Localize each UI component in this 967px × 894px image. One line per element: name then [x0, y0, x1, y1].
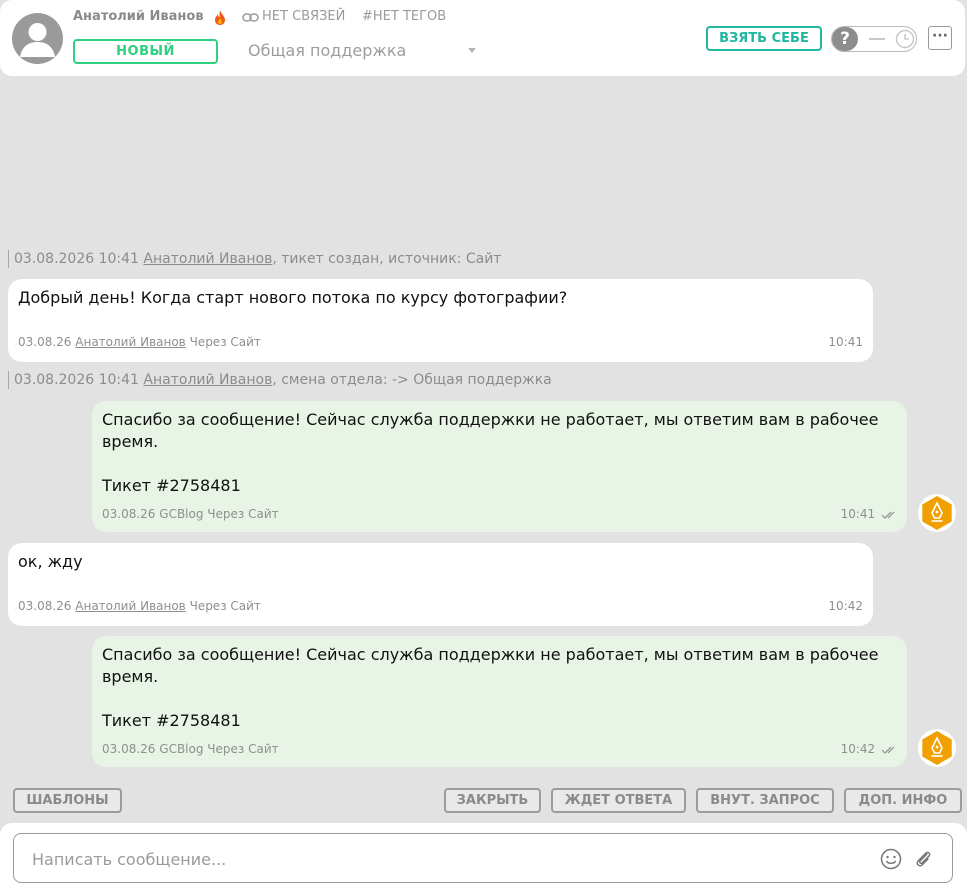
- message-date: 03.08.26: [18, 599, 72, 613]
- event-datetime: 03.08.2026 10:41: [14, 372, 139, 388]
- message-bubble-incoming: ок, жду 03.08.26 Анатолий Иванов Через С…: [8, 543, 873, 626]
- message-input[interactable]: [32, 847, 852, 871]
- message-time: 10:42: [841, 742, 897, 756]
- message-source: Через Сайт: [207, 507, 279, 521]
- double-check-icon: [881, 746, 895, 754]
- toggle-track: [869, 38, 885, 40]
- user-silhouette-icon: [20, 23, 55, 57]
- client-name[interactable]: Анатолий Иванов: [73, 9, 204, 24]
- message-author: GCBlog: [159, 742, 204, 756]
- message-source: Через Сайт: [189, 335, 261, 349]
- chevron-down-icon: [468, 48, 476, 53]
- event-text: , смена отдела: -> Общая поддержка: [272, 372, 552, 388]
- links-label[interactable]: НЕТ СВЯЗЕЙ: [262, 9, 345, 24]
- snooze-toggle[interactable]: ?: [831, 26, 917, 52]
- templates-button[interactable]: ШАБЛОНЫ: [13, 788, 122, 813]
- tags-label[interactable]: #НЕТ ТЕГОВ: [362, 9, 446, 24]
- message-time: 10:41: [828, 335, 863, 349]
- message-source: Через Сайт: [207, 742, 279, 756]
- message-meta: 03.08.26 GCBlog Через Сайт: [102, 507, 279, 521]
- status-badge[interactable]: НОВЫЙ: [73, 39, 218, 64]
- message-time: 10:41: [841, 507, 897, 521]
- more-info-button[interactable]: ДОП. ИНФО: [844, 788, 962, 813]
- event-author-link[interactable]: Анатолий Иванов: [143, 372, 272, 388]
- message-text: Спасибо за сообщение! Сейчас служба подд…: [102, 410, 879, 495]
- emoji-icon[interactable]: [880, 848, 902, 870]
- ticket-event: 03.08.2026 10:41 Анатолий Иванов, тикет …: [8, 250, 501, 268]
- message-date: 03.08.26: [102, 742, 156, 756]
- fire-icon: [215, 10, 225, 25]
- message-bubble-outgoing: Спасибо за сообщение! Сейчас служба подд…: [92, 401, 907, 532]
- paperclip-icon[interactable]: [912, 848, 934, 870]
- awaiting-reply-button[interactable]: ЖДЕТ ОТВЕТА: [551, 788, 686, 813]
- message-time: 10:42: [828, 599, 863, 613]
- composer: [0, 823, 967, 894]
- department-select[interactable]: Общая поддержка: [248, 40, 480, 62]
- close-ticket-button[interactable]: ЗАКРЫТЬ: [444, 788, 541, 813]
- event-author-link[interactable]: Анатолий Иванов: [143, 251, 272, 267]
- event-datetime: 03.08.2026 10:41: [14, 251, 139, 267]
- message-author-link[interactable]: Анатолий Иванов: [75, 335, 185, 349]
- link-icon[interactable]: [242, 12, 259, 23]
- bot-avatar[interactable]: [918, 494, 956, 532]
- double-check-icon: [881, 511, 895, 519]
- message-time-value: 10:42: [840, 742, 876, 756]
- message-text: ок, жду: [18, 552, 83, 571]
- take-ticket-button[interactable]: ВЗЯТЬ СЕБЕ: [706, 26, 822, 51]
- message-bubble-outgoing: Спасибо за сообщение! Сейчас служба подд…: [92, 636, 907, 767]
- department-value: Общая поддержка: [248, 41, 407, 60]
- help-icon: ?: [832, 27, 858, 51]
- message-date: 03.08.26: [102, 507, 156, 521]
- clock-icon: [895, 29, 915, 49]
- client-avatar[interactable]: [12, 13, 63, 64]
- message-date: 03.08.26: [18, 335, 72, 349]
- message-input-box[interactable]: [13, 833, 953, 883]
- message-time-value: 10:41: [840, 507, 876, 521]
- ticket-event: 03.08.2026 10:41 Анатолий Иванов, смена …: [8, 371, 552, 389]
- event-text: , тикет создан, источник: Сайт: [272, 251, 502, 267]
- bot-avatar-icon: [922, 496, 952, 530]
- ticket-header: Анатолий Иванов НЕТ СВЯЗЕЙ #НЕТ ТЕГОВ НО…: [0, 0, 965, 76]
- message-meta: 03.08.26 Анатолий Иванов Через Сайт: [18, 599, 261, 613]
- message-bubble-incoming: Добрый день! Когда старт нового потока п…: [8, 279, 873, 362]
- message-text: Спасибо за сообщение! Сейчас служба подд…: [102, 645, 879, 730]
- message-source: Через Сайт: [189, 599, 261, 613]
- message-text: Добрый день! Когда старт нового потока п…: [18, 288, 568, 307]
- message-author-link[interactable]: Анатолий Иванов: [75, 599, 185, 613]
- message-meta: 03.08.26 Анатолий Иванов Через Сайт: [18, 335, 261, 349]
- internal-request-button[interactable]: ВНУТ. ЗАПРОС: [696, 788, 834, 813]
- bot-avatar[interactable]: [918, 729, 956, 767]
- more-options-button[interactable]: ···: [928, 26, 952, 50]
- message-meta: 03.08.26 GCBlog Через Сайт: [102, 742, 279, 756]
- bot-avatar-icon: [922, 731, 952, 765]
- message-author: GCBlog: [159, 507, 204, 521]
